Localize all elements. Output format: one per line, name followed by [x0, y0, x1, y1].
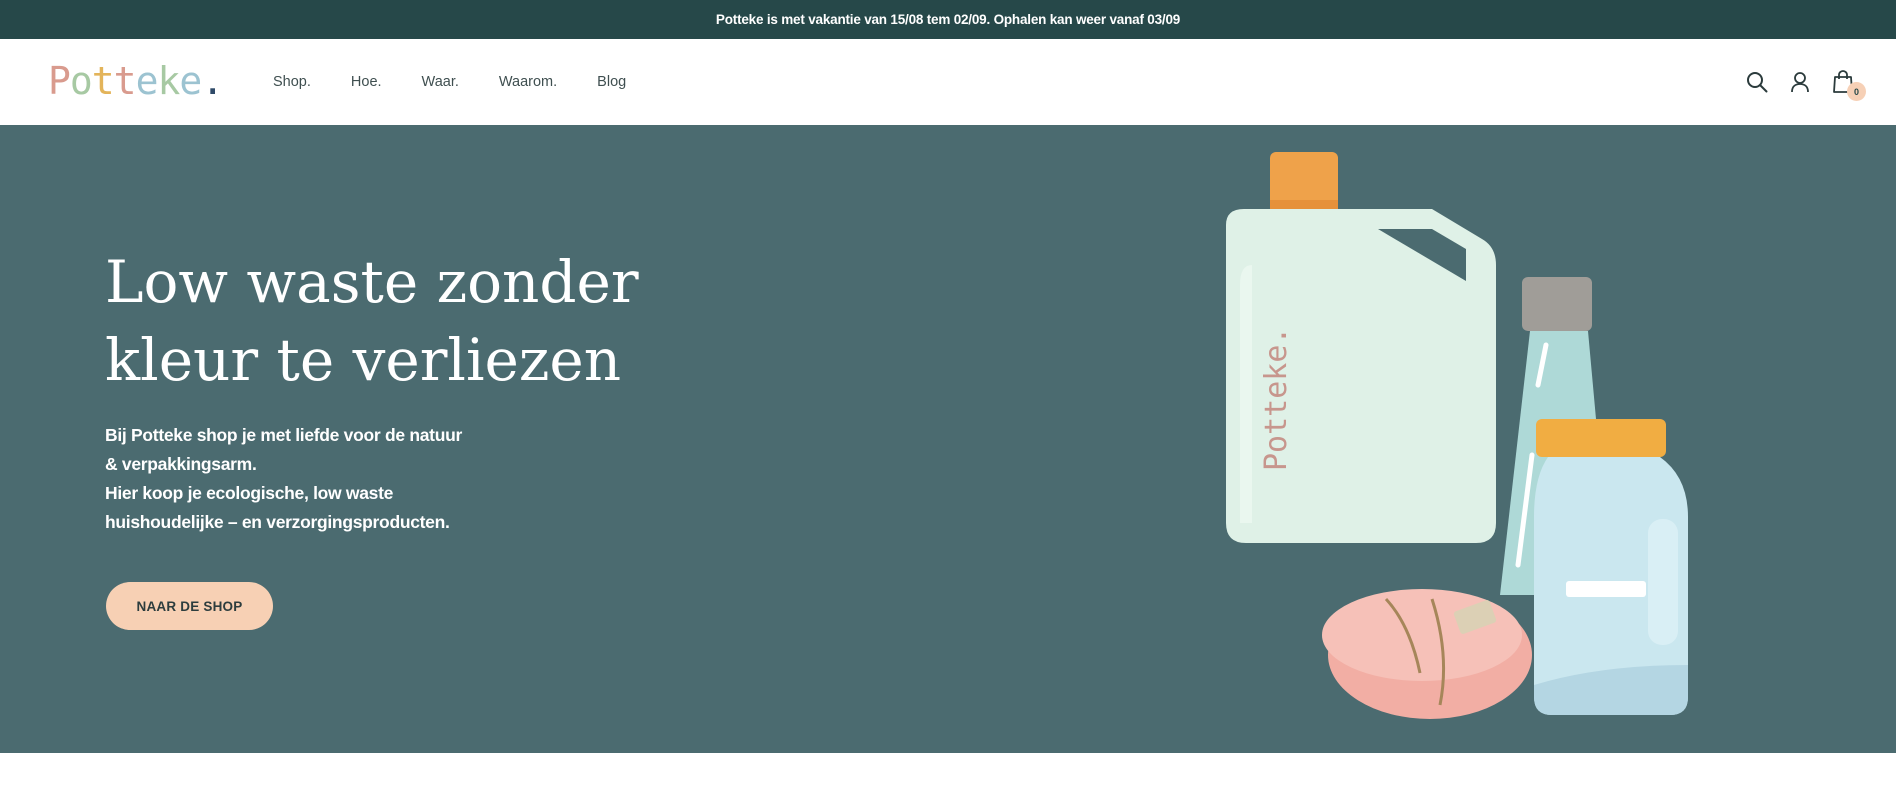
canister-label: Potteke. — [1259, 327, 1294, 472]
potteke-logo[interactable]: Potteke. — [48, 59, 224, 103]
hero-title-line-2: kleur te verliezen — [105, 326, 622, 394]
user-icon — [1791, 72, 1809, 93]
jar-label — [1566, 581, 1646, 597]
main-nav: Shop. Hoe. Waar. Waarom. Blog — [273, 39, 666, 125]
hero-text-line-4: huishoudelijke – en verzorgingsproducten… — [105, 512, 450, 532]
hero-text-line-1: Bij Potteke shop je met liefde voor de n… — [105, 425, 462, 445]
cart-count-badge: 0 — [1847, 82, 1866, 101]
nav-item-hoe[interactable]: Hoe. — [351, 74, 382, 90]
nav-item-shop[interactable]: Shop. — [273, 74, 311, 90]
jar-lid — [1536, 419, 1666, 457]
nav-item-waarom[interactable]: Waarom. — [499, 74, 557, 90]
announcement-bar: Potteke is met vakantie van 15/08 tem 02… — [0, 0, 1896, 39]
cart-button[interactable]: 0 — [1830, 69, 1866, 101]
shop-cta-button[interactable]: NAAR DE SHOP — [106, 582, 273, 630]
announcement-text: Potteke is met vakantie van 15/08 tem 02… — [715, 12, 1181, 27]
hero-title: Low waste zonder kleur te verliezen — [105, 243, 665, 399]
logo-letter: . — [201, 59, 224, 103]
logo-letter: k — [157, 59, 180, 103]
hero-description: Bij Potteke shop je met liefde voor de n… — [105, 421, 505, 537]
hero-text-line-3: Hier koop je ecologische, low waste — [105, 483, 394, 503]
logo-letter: t — [91, 59, 115, 103]
products-illustration: Potteke. — [1226, 152, 1688, 719]
site-header: Potteke. Shop. Hoe. Waar. Waarom. Blog 0 — [0, 39, 1896, 125]
logo-letter: t — [113, 59, 137, 103]
logo-letter: e — [179, 59, 202, 103]
account-button[interactable] — [1787, 69, 1813, 95]
nav-item-waar[interactable]: Waar. — [422, 74, 459, 90]
logo-letter: P — [48, 59, 71, 103]
bottle-cap — [1522, 277, 1592, 331]
nav-item-blog[interactable]: Blog — [597, 74, 626, 90]
hero-banner: Low waste zonder kleur te verliezen Bij … — [0, 125, 1896, 753]
search-button[interactable] — [1744, 69, 1770, 95]
hero-title-line-1: Low waste zonder — [105, 248, 639, 316]
logo-letter: e — [135, 59, 159, 103]
search-icon — [1747, 72, 1768, 93]
header-actions: 0 — [1727, 39, 1866, 125]
logo-letter: o — [69, 59, 93, 103]
hero-text-line-2: & verpakkingsarm. — [105, 454, 257, 474]
